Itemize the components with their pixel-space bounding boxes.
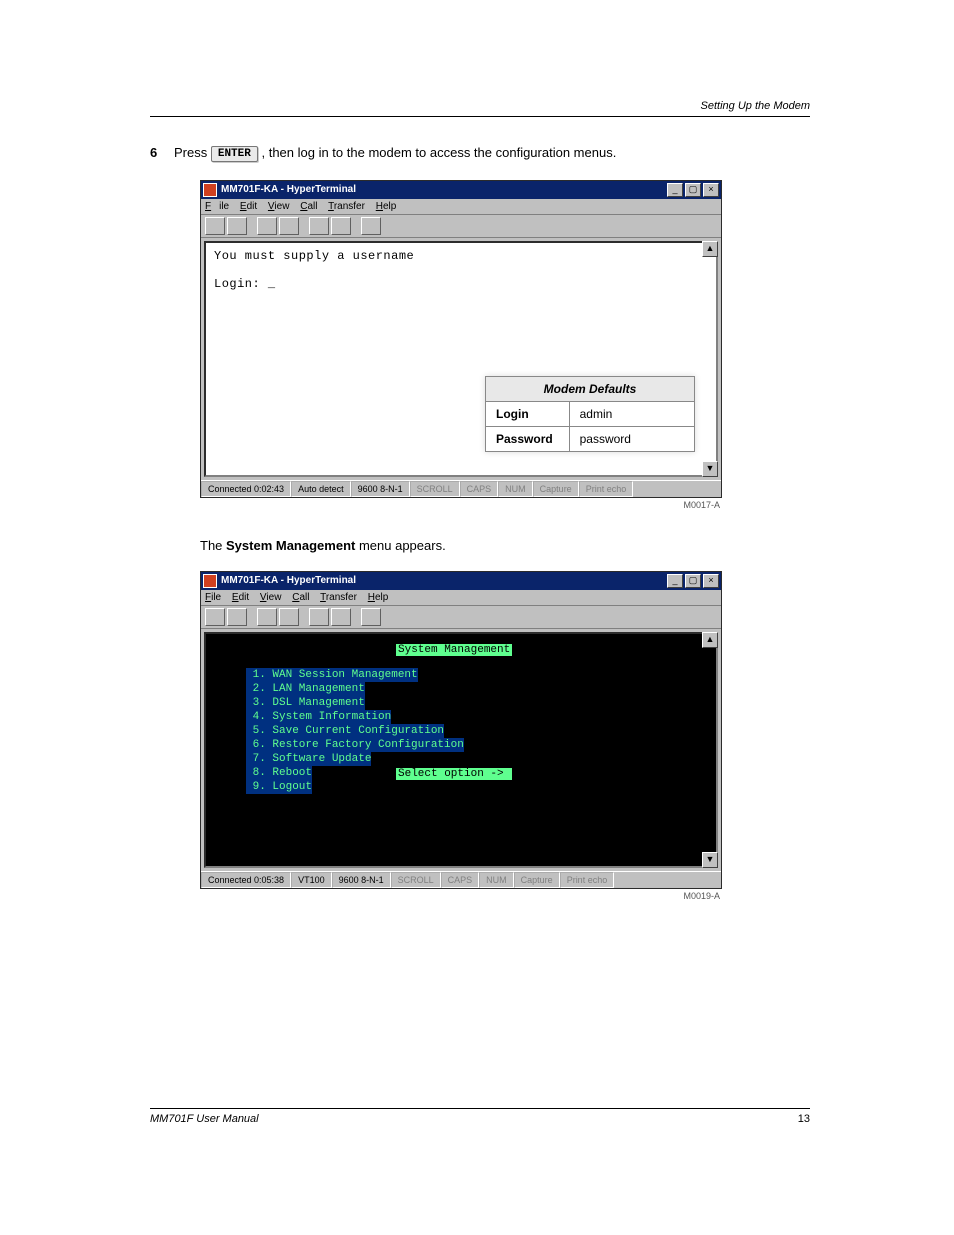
menu-call[interactable]: Call <box>300 201 317 212</box>
status-scroll: SCROLL <box>410 481 460 497</box>
menu-call[interactable]: Call <box>292 592 309 603</box>
toolbar-btn[interactable] <box>205 217 225 235</box>
sysmgmt-sentence: The System Management menu appears. <box>200 538 810 553</box>
minimize-button[interactable]: _ <box>667 183 683 197</box>
close-button[interactable]: × <box>703 183 719 197</box>
hyperterminal-window-2: MM701F-KA - HyperTerminal _ ▢ × File Edi… <box>200 571 722 889</box>
terminal-2[interactable]: System Management 1. WAN Session Managem… <box>204 632 718 868</box>
running-head-right: Setting Up the Modem <box>150 100 810 112</box>
menu-file[interactable]: File <box>205 592 221 603</box>
page-footer: MM701F User Manual 13 <box>150 1108 810 1125</box>
toolbar-btn[interactable] <box>257 608 277 626</box>
toolbar-btn[interactable] <box>257 217 277 235</box>
defaults-login-label: Login <box>486 401 570 426</box>
titlebar: MM701F-KA - HyperTerminal _ ▢ × <box>201 181 721 199</box>
status-mode: Auto detect <box>291 481 351 497</box>
sysmgmt-bold: System Management <box>226 538 355 553</box>
toolbar-btn[interactable] <box>331 217 351 235</box>
defaults-password-label: Password <box>486 426 570 451</box>
menu-transfer[interactable]: Transfer <box>320 592 357 603</box>
menu-view[interactable]: View <box>268 201 290 212</box>
footer-page: 13 <box>798 1113 810 1125</box>
titlebar: MM701F-KA - HyperTerminal _ ▢ × <box>201 572 721 590</box>
maximize-button[interactable]: ▢ <box>685 574 701 588</box>
app-icon <box>203 183 217 197</box>
menu-transfer[interactable]: Transfer <box>328 201 365 212</box>
scroll-down-icon[interactable]: ▼ <box>702 461 718 477</box>
statusbar: Connected 0:02:43 Auto detect 9600 8-N-1… <box>201 480 721 497</box>
defaults-password-value: password <box>569 426 694 451</box>
modem-defaults-table: Modem Defaults Login admin Password pass… <box>485 376 695 452</box>
statusbar: Connected 0:05:38 VT100 9600 8-N-1 SCROL… <box>201 871 721 888</box>
step-6: 6 Press ENTER , then log in to the modem… <box>150 145 810 162</box>
status-printecho: Print echo <box>579 481 634 497</box>
step6-pre: Press <box>174 145 211 160</box>
toolbar-btn[interactable] <box>331 608 351 626</box>
window-title: MM701F-KA - HyperTerminal <box>221 184 667 195</box>
toolbar-btn[interactable] <box>279 217 299 235</box>
sysmgmt-title: System Management <box>396 644 512 656</box>
defaults-header: Modem Defaults <box>486 376 695 401</box>
step-text: Press ENTER , then log in to the modem t… <box>174 145 810 162</box>
toolbar <box>201 215 721 238</box>
app-icon <box>203 574 217 588</box>
toolbar-btn[interactable] <box>309 608 329 626</box>
toolbar <box>201 606 721 629</box>
defaults-login-value: admin <box>569 401 694 426</box>
menu-help[interactable]: Help <box>376 201 397 212</box>
status-scroll: SCROLL <box>391 872 441 888</box>
status-capture: Capture <box>514 872 560 888</box>
menu-file[interactable]: File <box>205 201 229 212</box>
header-rule <box>150 116 810 117</box>
toolbar-btn[interactable] <box>279 608 299 626</box>
minimize-button[interactable]: _ <box>667 574 683 588</box>
terminal-text: You must supply a username Login: _ <box>206 243 716 297</box>
step-num: 6 <box>150 145 174 160</box>
window-title: MM701F-KA - HyperTerminal <box>221 575 667 586</box>
toolbar-btn[interactable] <box>205 608 225 626</box>
toolbar-btn[interactable] <box>361 608 381 626</box>
toolbar-btn[interactable] <box>227 608 247 626</box>
status-num: NUM <box>479 872 514 888</box>
status-caps: CAPS <box>460 481 499 497</box>
close-button[interactable]: × <box>703 574 719 588</box>
select-option-prompt: Select option -> <box>396 768 512 780</box>
menubar[interactable]: File Edit View Call Transfer Help <box>201 590 721 606</box>
enter-key: ENTER <box>211 146 258 162</box>
maximize-button[interactable]: ▢ <box>685 183 701 197</box>
hyperterminal-window-1: MM701F-KA - HyperTerminal _ ▢ × File Edi… <box>200 180 722 498</box>
footer-title: MM701F User Manual <box>150 1113 259 1125</box>
scroll-up-icon[interactable]: ▲ <box>702 241 718 257</box>
figure-label-1: M0017-A <box>200 498 720 510</box>
status-caps: CAPS <box>441 872 480 888</box>
menu-edit[interactable]: Edit <box>240 201 257 212</box>
toolbar-btn[interactable] <box>309 217 329 235</box>
status-mode: VT100 <box>291 872 332 888</box>
step6-post: , then log in to the modem to access the… <box>261 145 616 160</box>
scroll-down-icon[interactable]: ▼ <box>702 852 718 868</box>
status-printecho: Print echo <box>560 872 615 888</box>
status-num: NUM <box>498 481 533 497</box>
status-connected: Connected 0:02:43 <box>201 481 291 497</box>
status-baud: 9600 8-N-1 <box>351 481 410 497</box>
menu-help[interactable]: Help <box>368 592 389 603</box>
status-baud: 9600 8-N-1 <box>332 872 391 888</box>
scroll-up-icon[interactable]: ▲ <box>702 632 718 648</box>
menubar[interactable]: File Edit View Call Transfer Help <box>201 199 721 215</box>
menu-edit[interactable]: Edit <box>232 592 249 603</box>
status-capture: Capture <box>533 481 579 497</box>
figure-label-2: M0019-A <box>200 889 720 901</box>
status-connected: Connected 0:05:38 <box>201 872 291 888</box>
toolbar-btn[interactable] <box>361 217 381 235</box>
toolbar-btn[interactable] <box>227 217 247 235</box>
menu-view[interactable]: View <box>260 592 282 603</box>
